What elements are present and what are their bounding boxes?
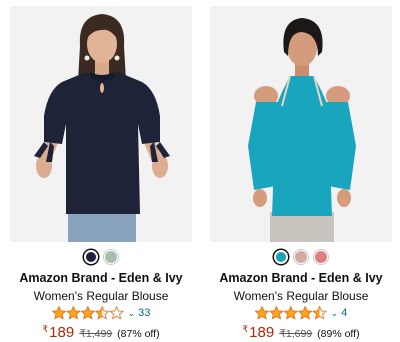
chevron-down-icon[interactable]: ⌄ <box>331 308 339 319</box>
brand-name: Amazon Brand - Eden & Ivy <box>219 271 383 285</box>
color-swatch[interactable] <box>294 250 308 264</box>
price-row: ₹189 ₹1,499 (87% off) <box>10 324 192 341</box>
product-image[interactable] <box>210 6 392 242</box>
star-icon <box>51 306 66 320</box>
star-icon <box>108 306 124 320</box>
rating-row: ⌄ 4 <box>210 306 392 320</box>
product-image[interactable] <box>10 6 192 242</box>
review-count[interactable]: 33 <box>138 307 150 319</box>
star-icon <box>311 306 327 320</box>
color-swatch[interactable] <box>274 250 288 264</box>
star-icon <box>297 306 313 320</box>
price-value: 189 <box>249 324 275 341</box>
product-card[interactable]: Amazon Brand - Eden & Ivy Women's Regula… <box>210 0 400 342</box>
price-row: ₹189 ₹1,699 (89% off) <box>210 324 392 341</box>
product-card[interactable]: Amazon Brand - Eden & Ivy Women's Regula… <box>10 0 200 342</box>
discount-percent: (89% off) <box>317 328 360 340</box>
star-rating[interactable] <box>51 306 124 320</box>
star-icon <box>94 306 110 320</box>
rating-row: ⌄ 33 <box>10 306 192 320</box>
color-swatches <box>10 250 192 264</box>
list-price: ₹1,699 <box>279 328 313 340</box>
price-value: 189 <box>49 324 75 341</box>
color-swatches <box>210 250 392 264</box>
garment-illustration <box>272 76 332 216</box>
brand-name: Amazon Brand - Eden & Ivy <box>19 271 183 285</box>
list-price: ₹1,499 <box>79 328 113 340</box>
star-icon <box>65 306 81 320</box>
star-icon <box>283 306 298 320</box>
price: ₹189 <box>242 324 274 341</box>
star-icon <box>80 306 95 320</box>
product-title[interactable]: Women's Regular Blouse <box>210 289 392 303</box>
color-swatch[interactable] <box>104 250 118 264</box>
discount-percent: (87% off) <box>117 328 160 340</box>
stars-graphic <box>51 306 124 320</box>
color-swatch[interactable] <box>84 250 98 264</box>
star-icon <box>268 306 284 320</box>
currency-symbol: ₹ <box>42 324 49 334</box>
garment-illustration <box>44 72 160 214</box>
stars-graphic <box>254 306 327 320</box>
review-count[interactable]: 4 <box>341 307 347 319</box>
color-swatch[interactable] <box>314 250 328 264</box>
currency-symbol: ₹ <box>242 324 249 334</box>
star-rating[interactable] <box>254 306 327 320</box>
star-icon <box>254 306 270 320</box>
chevron-down-icon[interactable]: ⌄ <box>128 308 136 319</box>
price: ₹189 <box>42 324 74 341</box>
product-title[interactable]: Women's Regular Blouse <box>10 289 192 303</box>
